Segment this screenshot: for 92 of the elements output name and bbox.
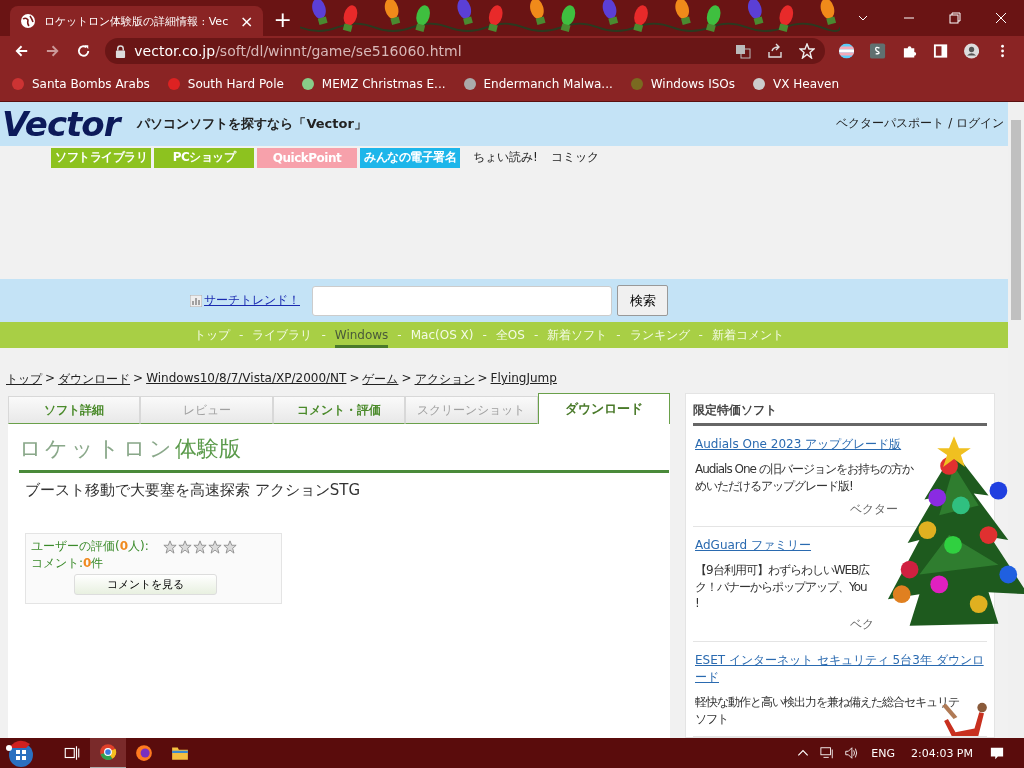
nav-separator: - bbox=[397, 328, 402, 342]
puzzle-icon[interactable] bbox=[901, 43, 917, 59]
breadcrumb-link[interactable]: アクション bbox=[414, 371, 475, 388]
nav-link[interactable]: Windows bbox=[334, 322, 389, 348]
address-bar[interactable]: vector.co.jp/soft/dl/winnt/game/se516060.html bbox=[105, 38, 826, 64]
bookmark-icon bbox=[165, 75, 182, 92]
page-tab[interactable]: ダウンロード bbox=[537, 393, 671, 424]
page-tab[interactable]: コメント・評価 bbox=[272, 396, 406, 424]
search-trend-link[interactable]: サーチトレンド！ bbox=[204, 292, 300, 310]
product-description: 【9台利用可】わずらわしいWEB広 bbox=[695, 562, 870, 579]
bookmark[interactable]: Windows ISOs bbox=[628, 75, 735, 92]
clock[interactable]: 2:04:03 PM bbox=[910, 746, 973, 760]
sidebar-title: 限定特価ソフト bbox=[693, 402, 987, 426]
star-icon bbox=[192, 539, 207, 554]
product-description: めいただけるアップグレード版! bbox=[695, 478, 853, 495]
profile-icon[interactable] bbox=[963, 43, 979, 59]
globe-icon bbox=[20, 13, 36, 29]
service-link[interactable]: ちょい読み! bbox=[473, 149, 538, 167]
bookmark-icon bbox=[299, 75, 316, 92]
nav-separator: - bbox=[533, 328, 539, 342]
rating-label: ユーザーの評価(0人): bbox=[31, 538, 149, 555]
star-icon[interactable] bbox=[799, 43, 816, 59]
language-indicator[interactable]: ENG bbox=[871, 746, 895, 760]
lock-icon bbox=[115, 44, 127, 58]
browser-tab[interactable]: ロケットロン体験版の詳細情報 : Vec × bbox=[10, 6, 264, 36]
bookmark-icon bbox=[461, 75, 478, 92]
breadcrumb-separator: > bbox=[401, 371, 412, 387]
restore-icon[interactable] bbox=[949, 12, 961, 24]
new-tab-button[interactable]: + bbox=[273, 7, 292, 32]
close-icon[interactable] bbox=[995, 12, 1007, 24]
comment-count: コメント:0件 bbox=[31, 555, 105, 572]
product-description: Audials One の旧バージョンをお持ちの方か bbox=[695, 461, 913, 478]
product-link[interactable]: ESET インターネット セキュリティ 5台3年 ダウンロード bbox=[695, 652, 987, 686]
nav-separator: - bbox=[616, 328, 621, 342]
product-description: ! bbox=[695, 596, 699, 610]
notification-icon[interactable] bbox=[990, 746, 1004, 760]
product-footer: ベク bbox=[850, 616, 874, 633]
breadcrumb-separator: > bbox=[133, 371, 144, 387]
nav-separator: - bbox=[698, 328, 703, 342]
product-footer: ベクター bbox=[850, 501, 898, 518]
nav-separator: - bbox=[321, 328, 326, 342]
back-icon[interactable] bbox=[14, 43, 30, 59]
forward-icon[interactable] bbox=[45, 43, 61, 59]
breadcrumb-link[interactable]: ダウンロード bbox=[58, 371, 131, 388]
star-icon bbox=[177, 539, 192, 554]
translate-icon[interactable] bbox=[735, 43, 752, 59]
breadcrumb-separator: > bbox=[477, 371, 488, 387]
search-button[interactable]: 検索 bbox=[617, 285, 668, 317]
search-field[interactable] bbox=[312, 285, 612, 316]
flag-icon[interactable] bbox=[839, 43, 855, 59]
breadcrumb-link[interactable]: ゲーム bbox=[362, 371, 399, 388]
star-icon bbox=[222, 539, 237, 554]
chrome-icon[interactable] bbox=[90, 737, 126, 768]
bookmark[interactable]: VX Heaven bbox=[751, 75, 840, 92]
page-tab[interactable]: ソフト詳細 bbox=[8, 396, 141, 424]
product-link[interactable]: Audials One 2023 アップグレード版 bbox=[695, 436, 902, 453]
bookmark-icon bbox=[751, 75, 767, 92]
view-comments-button[interactable]: コメントを見る bbox=[74, 574, 217, 595]
tagline: パソコンソフトを探すなら「Vector」 bbox=[137, 114, 367, 133]
reload-icon[interactable] bbox=[76, 43, 92, 59]
speaker-icon[interactable] bbox=[844, 746, 859, 760]
product-link[interactable]: AdGuard ファミリー bbox=[695, 537, 812, 554]
bookmark[interactable]: Santa Bombs Arabs bbox=[10, 75, 150, 92]
software-title: ロケットロン 体験版 bbox=[19, 434, 669, 473]
vector-logo[interactable]: Vector bbox=[2, 103, 120, 144]
bookmark[interactable]: Endermanch Malwa... bbox=[461, 75, 613, 92]
bookmark-icon bbox=[10, 75, 26, 92]
extension-icon[interactable] bbox=[870, 43, 886, 59]
star-icon bbox=[207, 539, 222, 554]
close-tab-button[interactable]: × bbox=[240, 11, 254, 31]
breadcrumb-separator: > bbox=[45, 371, 56, 387]
sidebar-icon[interactable] bbox=[932, 43, 948, 59]
bookmark[interactable]: South Hard Pole bbox=[165, 75, 284, 92]
bookmark-icon bbox=[628, 75, 645, 92]
start-icon[interactable] bbox=[6, 738, 36, 768]
service-link[interactable]: コミック bbox=[550, 149, 599, 167]
product-description: ク！バナーからポップアップ、You bbox=[695, 579, 867, 596]
breadcrumb-link[interactable]: トップ bbox=[6, 371, 42, 388]
product-description: ソフト bbox=[695, 711, 728, 728]
bookmark[interactable]: MEMZ Christmas E... bbox=[299, 75, 446, 92]
chart-icon bbox=[190, 294, 202, 307]
nav-separator: - bbox=[482, 328, 487, 342]
breadcrumb-link[interactable]: FlyingJump bbox=[490, 371, 557, 388]
nav-separator: - bbox=[239, 328, 244, 342]
login-link[interactable]: ベクターパスポート / ログイン bbox=[836, 115, 1006, 133]
breadcrumb-link[interactable]: Windows10/8/7/Vista/XP/2000/NT bbox=[146, 371, 347, 388]
breadcrumb-separator: > bbox=[349, 371, 360, 387]
catch-copy: ブースト移動で大要塞を高速探索 アクションSTG bbox=[25, 481, 362, 500]
share-icon[interactable] bbox=[767, 43, 784, 59]
tab-title: ロケットロン体験版の詳細情報 : Vec bbox=[44, 13, 230, 29]
network-icon[interactable] bbox=[820, 746, 835, 760]
star-icon bbox=[162, 539, 177, 554]
